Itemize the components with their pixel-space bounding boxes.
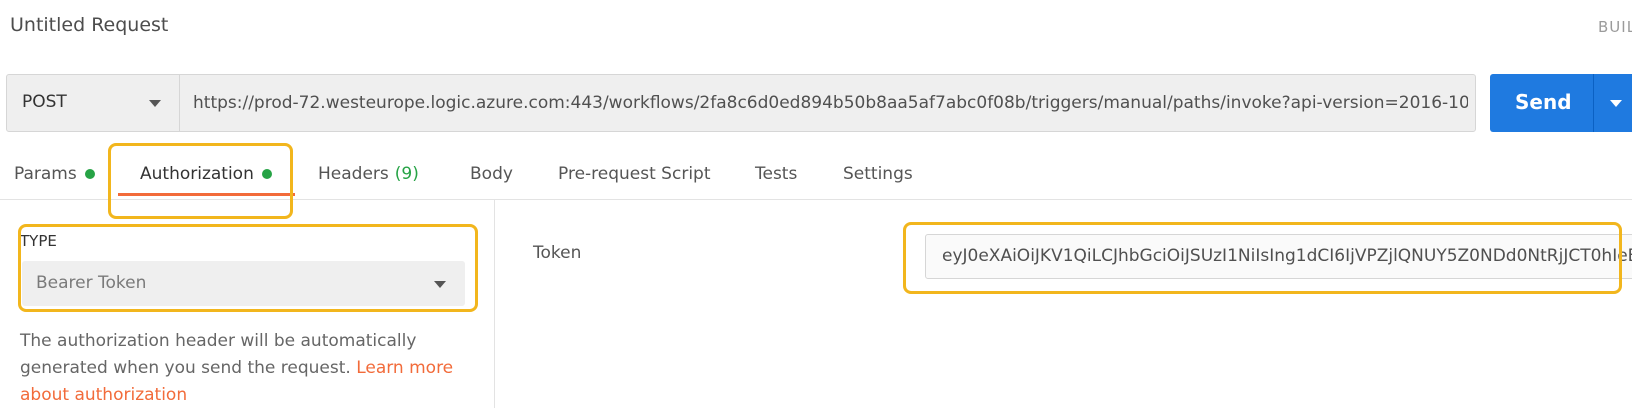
tab-params[interactable]: Params (14, 164, 95, 184)
auth-type-select[interactable]: Bearer Token (22, 261, 465, 306)
tab-body[interactable]: Body (470, 164, 513, 184)
send-options-chevron-icon[interactable] (1610, 100, 1622, 107)
build-label[interactable]: BUILD (1598, 18, 1632, 36)
tab-settings[interactable]: Settings (843, 164, 913, 184)
tab-pre-request-script[interactable]: Pre-request Script (558, 164, 711, 184)
request-title: Untitled Request (10, 14, 169, 36)
tab-label: Tests (755, 164, 798, 184)
token-value: eyJ0eXAiOiJKV1QiLCJhbGciOiJSUzI1NiIsIng1… (942, 246, 1632, 266)
tab-label: Pre-request Script (558, 164, 711, 184)
tab-label: Body (470, 164, 513, 184)
panel-divider (494, 200, 495, 408)
status-dot-icon (261, 169, 272, 179)
auth-type-label: TYPE (20, 232, 57, 250)
tab-authorization[interactable]: Authorization (140, 164, 272, 184)
send-divider (1593, 74, 1594, 132)
tabs-divider (0, 199, 1632, 200)
token-label: Token (533, 243, 582, 263)
active-tab-underline (118, 193, 295, 196)
method-select[interactable]: POST (7, 75, 180, 131)
auth-description: The authorization header will be automat… (20, 328, 470, 409)
url-bar: POST https://prod-72.westeurope.logic.az… (6, 74, 1476, 132)
tab-label: Headers (318, 164, 389, 184)
tab-headers[interactable]: Headers (9) (318, 164, 419, 184)
tab-label: Settings (843, 164, 913, 184)
chevron-down-icon (149, 100, 161, 107)
url-input[interactable]: https://prod-72.westeurope.logic.azure.c… (193, 93, 1468, 117)
send-label: Send (1515, 90, 1572, 114)
token-input[interactable]: eyJ0eXAiOiJKV1QiLCJhbGciOiJSUzI1NiIsIng1… (925, 234, 1632, 279)
tab-label: Params (14, 164, 77, 184)
tab-label: Authorization (140, 164, 254, 184)
auth-type-value: Bearer Token (36, 273, 147, 293)
send-button[interactable]: Send (1490, 74, 1632, 132)
headers-count: (9) (394, 164, 419, 184)
method-label: POST (22, 92, 67, 112)
chevron-down-icon (434, 281, 446, 288)
status-dot-icon (84, 169, 95, 179)
tab-tests[interactable]: Tests (755, 164, 797, 184)
